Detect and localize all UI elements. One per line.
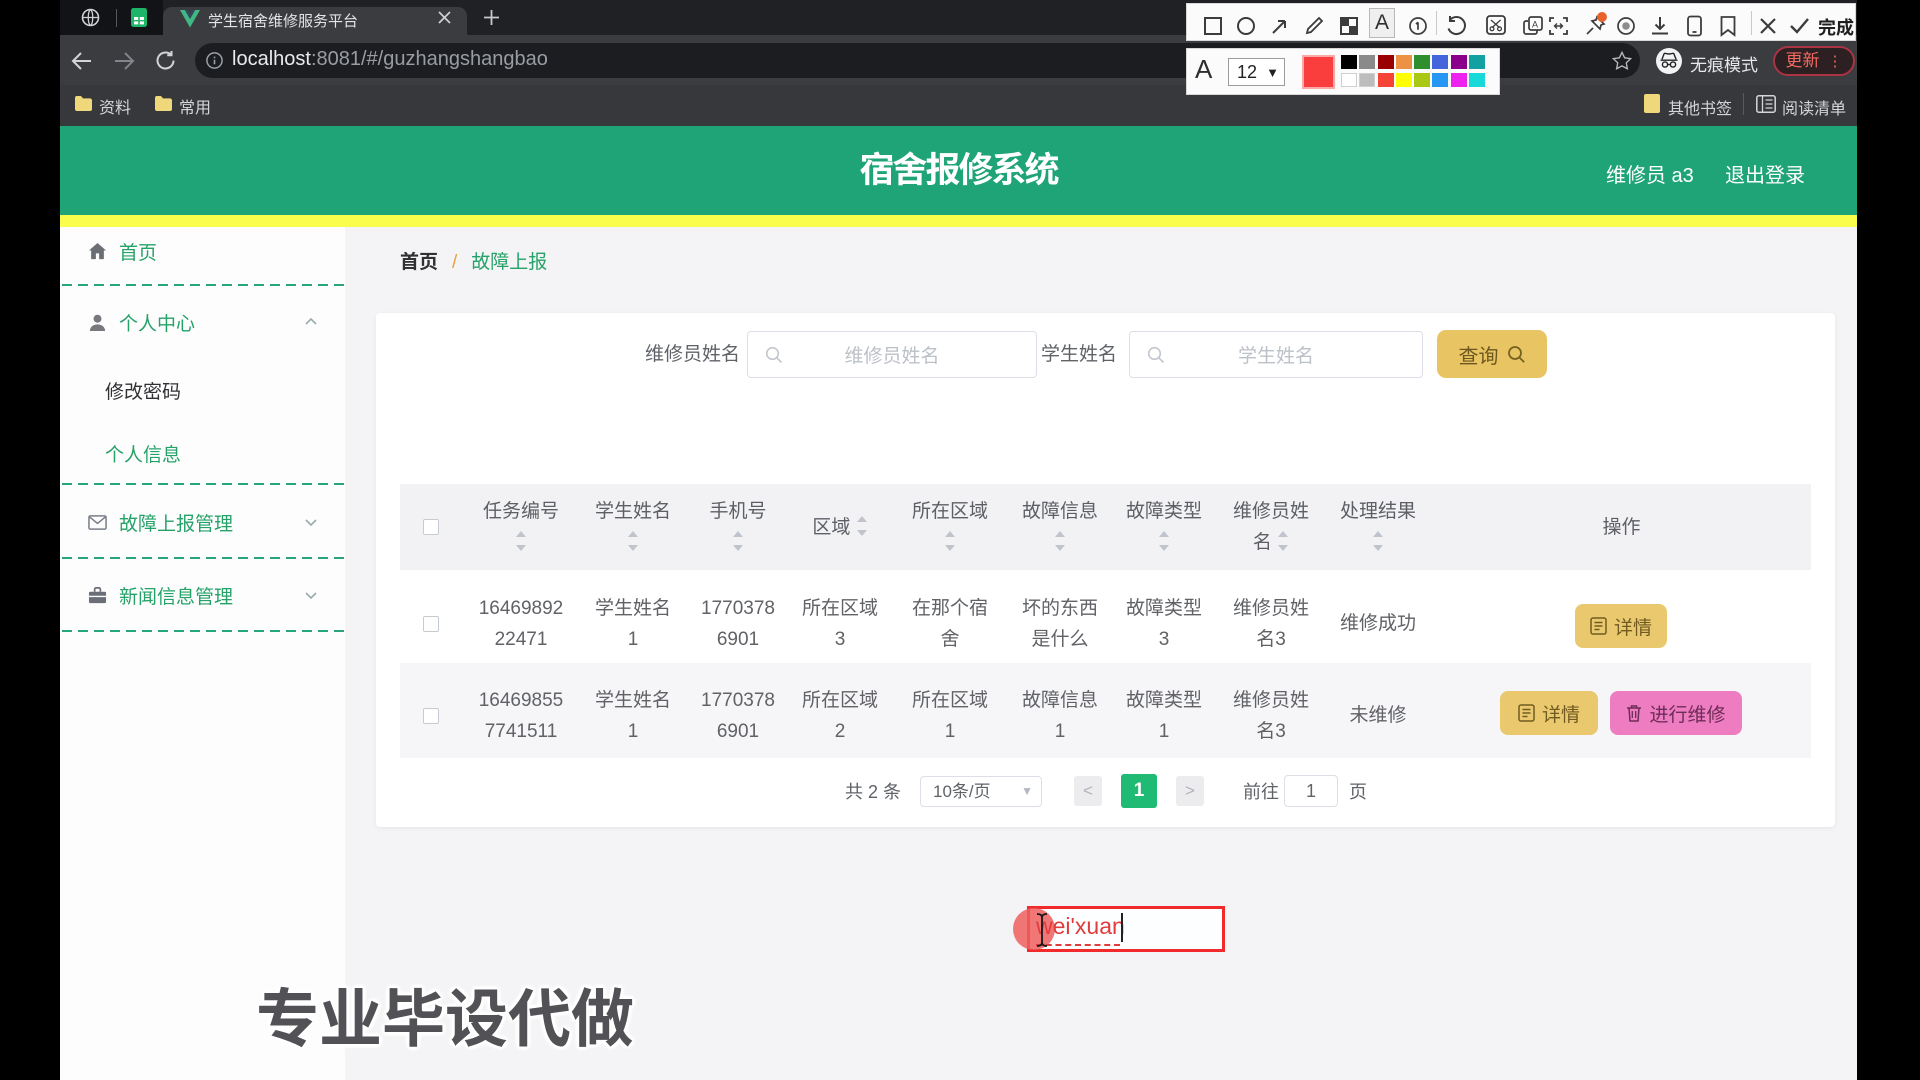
svg-text:A: A	[1532, 20, 1538, 30]
